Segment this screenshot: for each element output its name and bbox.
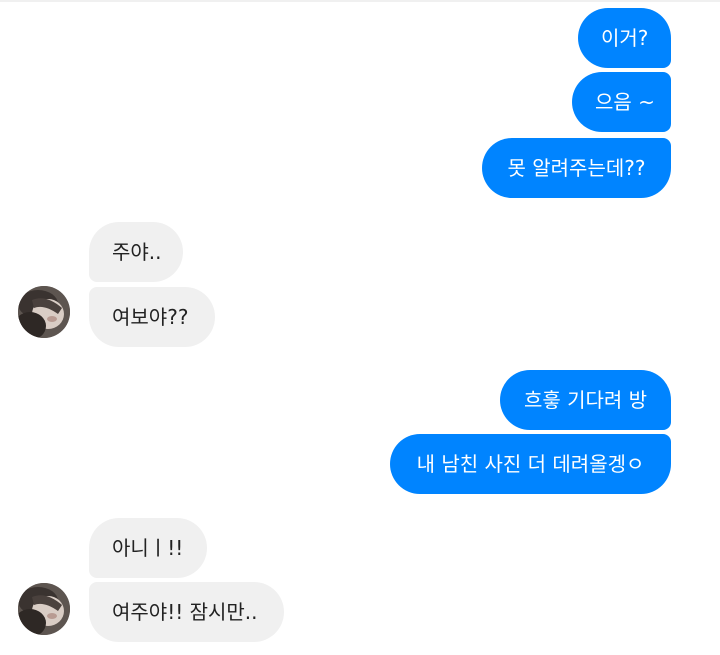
contact-avatar-photo-icon — [18, 583, 70, 635]
message-bubble-outgoing[interactable]: 못 알려주는데?? — [482, 138, 671, 198]
message-bubble-outgoing[interactable]: 이거? — [578, 8, 671, 68]
message-bubble-incoming[interactable]: 여주야!! 잠시만.. — [89, 582, 284, 642]
contact-avatar[interactable] — [18, 286, 70, 338]
message-bubble-outgoing[interactable]: 으음 ~ — [572, 72, 671, 132]
contact-avatar-photo-icon — [18, 286, 70, 338]
contact-avatar[interactable] — [18, 583, 70, 635]
message-bubble-incoming[interactable]: 아니ㅣ!! — [89, 518, 207, 578]
message-bubble-outgoing[interactable]: 내 남친 사진 더 데려올겡ㅇ — [390, 434, 671, 494]
chat-conversation: 이거? 으음 ~ 못 알려주는데?? 주야.. 여보야?? 흐흫 기다려 방 내… — [0, 0, 720, 655]
message-bubble-incoming[interactable]: 주야.. — [89, 222, 183, 282]
message-bubble-incoming[interactable]: 여보야?? — [89, 287, 215, 347]
top-divider — [0, 0, 720, 2]
message-bubble-outgoing[interactable]: 흐흫 기다려 방 — [500, 370, 671, 430]
